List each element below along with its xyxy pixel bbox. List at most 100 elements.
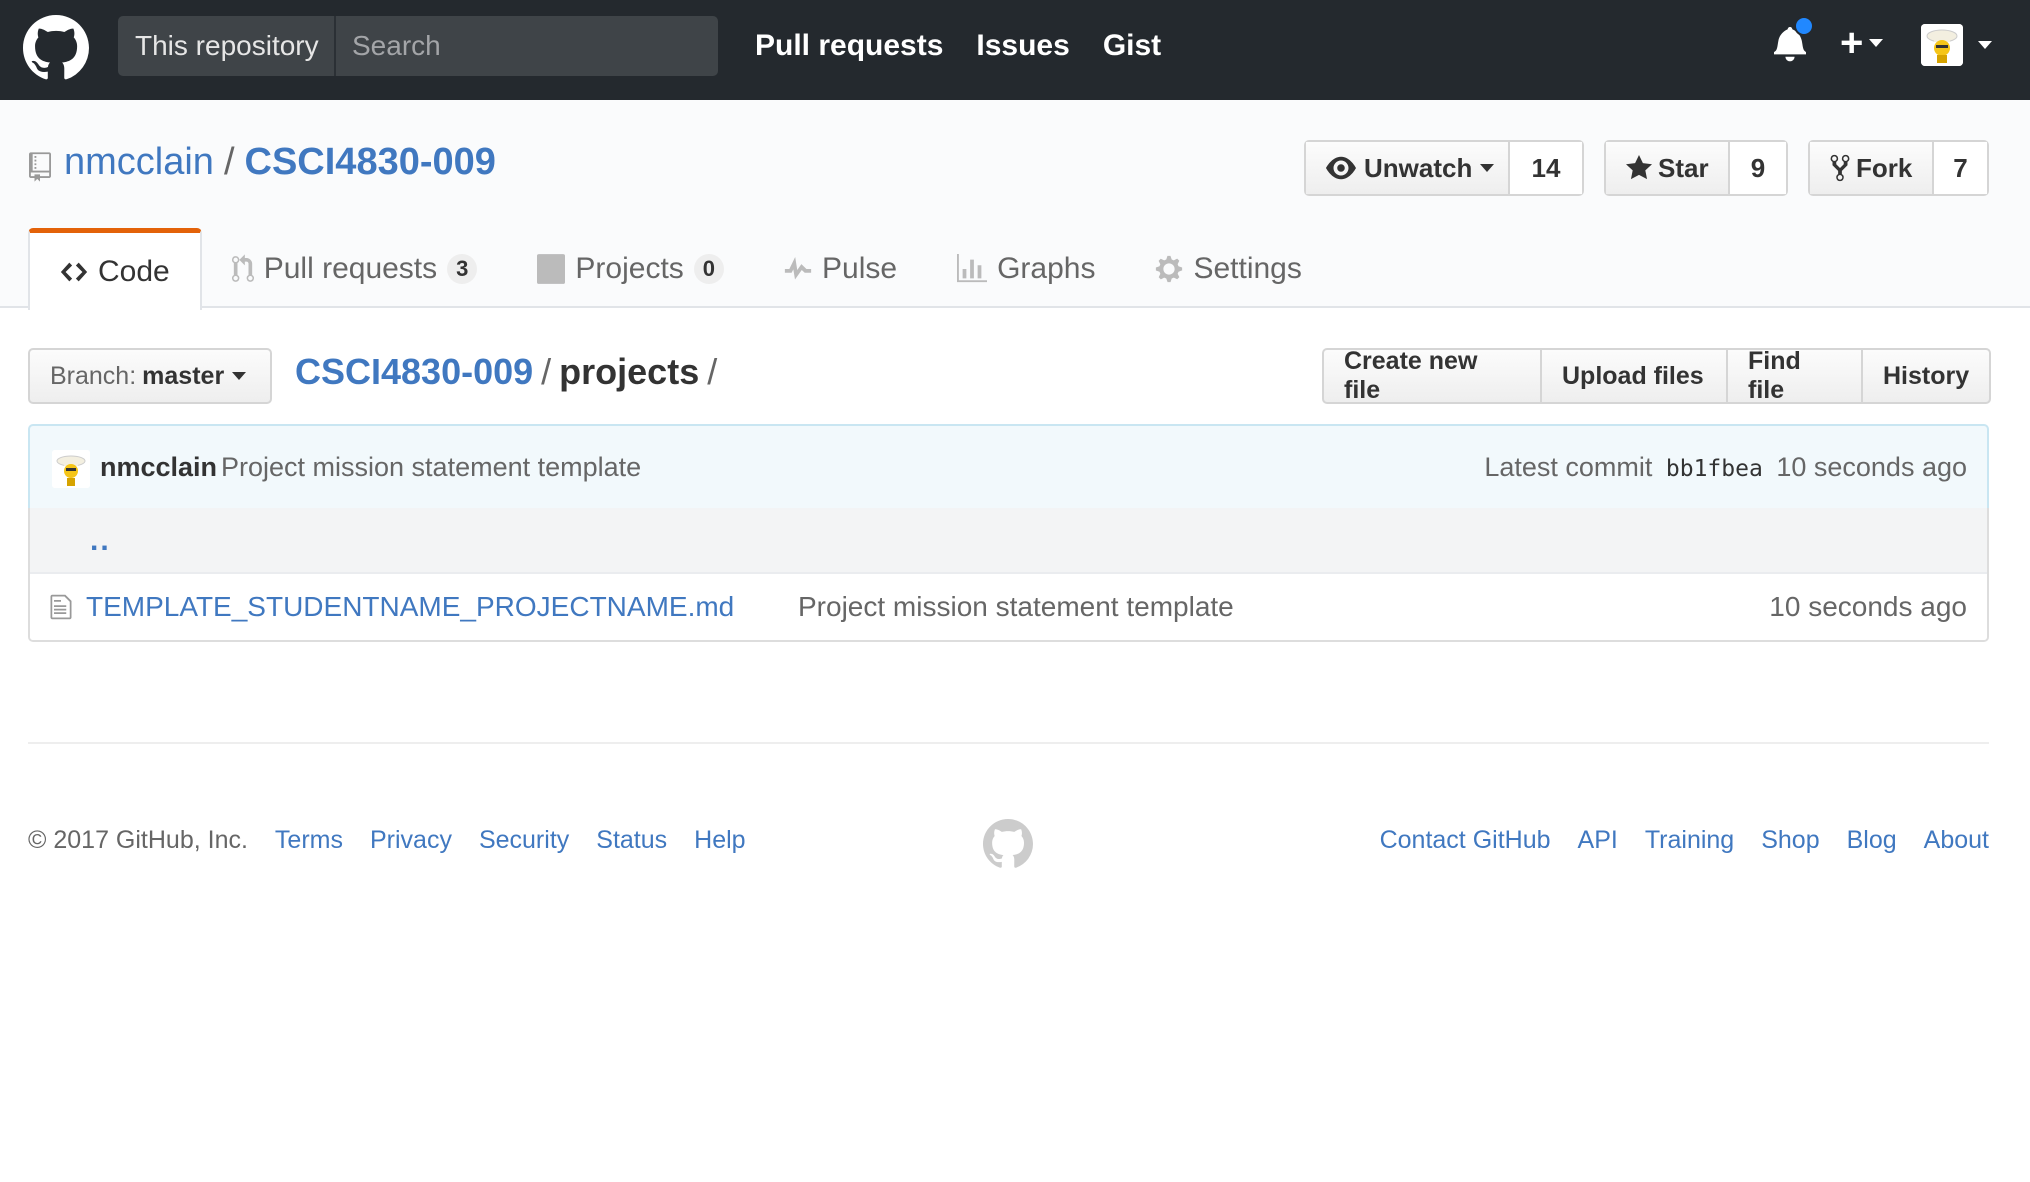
eye-icon xyxy=(1326,153,1356,183)
latest-commit-info: Latest commit bb1fbea 10 seconds ago xyxy=(1484,452,1967,483)
footer-link-training[interactable]: Training xyxy=(1645,826,1734,855)
gear-icon xyxy=(1156,255,1183,283)
breadcrumb: CSCI4830-009/projects / xyxy=(295,351,725,393)
fork-label: Fork xyxy=(1856,152,1913,183)
github-logo-icon[interactable] xyxy=(23,15,89,81)
pull-requests-counter: 3 xyxy=(447,254,478,284)
create-new-dropdown[interactable]: + xyxy=(1840,22,1902,64)
nav-issues[interactable]: Issues xyxy=(976,29,1069,63)
file-name-link[interactable]: TEMPLATE_STUDENTNAME_PROJECTNAME.md xyxy=(86,591,734,623)
tab-projects-label: Projects xyxy=(575,252,684,285)
tab-pulse[interactable]: Pulse xyxy=(754,228,927,310)
fork-button[interactable]: Fork xyxy=(1810,142,1934,194)
file-commit-message-link[interactable]: Project mission statement template xyxy=(798,591,1234,623)
footer-link-about[interactable]: About xyxy=(1924,826,1989,855)
branch-select-button[interactable]: Branch: master xyxy=(28,348,272,404)
tab-projects[interactable]: Projects 0 xyxy=(507,228,754,310)
latest-commit-label: Latest commit xyxy=(1484,452,1653,482)
breadcrumb-current: projects xyxy=(559,351,700,392)
branch-value: master xyxy=(142,361,225,390)
file-text-icon xyxy=(50,593,72,621)
footer-left: © 2017 GitHub, Inc. Terms Privacy Securi… xyxy=(28,826,773,855)
footer-link-security[interactable]: Security xyxy=(479,826,569,855)
pull-request-icon xyxy=(231,254,254,282)
top-nav: Pull requests Issues Gist xyxy=(755,0,1194,92)
upload-files-button[interactable]: Upload files xyxy=(1542,350,1728,402)
file-actions: Create new file Upload files Find file H… xyxy=(1322,347,1991,404)
tab-code[interactable]: Code xyxy=(28,228,202,310)
tab-settings-label: Settings xyxy=(1193,252,1302,285)
avatar-caret-icon[interactable] xyxy=(1978,41,1992,49)
github-mark-icon[interactable] xyxy=(983,819,1033,869)
tab-pull-requests-label: Pull requests xyxy=(263,252,438,285)
tab-pulse-label: Pulse xyxy=(822,252,898,285)
file-age: 10 seconds ago xyxy=(1769,591,1967,622)
branch-label: Branch: xyxy=(50,361,137,390)
search-box: This repository xyxy=(118,16,718,76)
footer-right: Contact GitHub API Training Shop Blog Ab… xyxy=(1353,826,1989,855)
commit-sha-link[interactable]: bb1fbea xyxy=(1666,456,1763,482)
fork-group: Fork 7 xyxy=(1808,140,1989,196)
unwatch-label: Unwatch xyxy=(1364,152,1473,183)
repo-icon xyxy=(29,152,51,182)
commit-message-link[interactable]: Project mission statement template xyxy=(221,452,641,483)
footer-link-status[interactable]: Status xyxy=(596,826,667,855)
star-label: Star xyxy=(1658,152,1709,183)
breadcrumb-separator: / xyxy=(541,351,552,392)
nav-gist[interactable]: Gist xyxy=(1103,29,1161,63)
tab-graphs[interactable]: Graphs xyxy=(927,228,1125,310)
search-scope-label: This repository xyxy=(118,16,336,76)
star-icon xyxy=(1626,153,1652,183)
breadcrumb-root-link[interactable]: CSCI4830-009 xyxy=(295,351,533,392)
parent-directory-row[interactable]: .. xyxy=(30,508,1987,574)
project-icon xyxy=(537,254,566,284)
caret-down-icon xyxy=(232,372,247,380)
watchers-count[interactable]: 14 xyxy=(1510,142,1582,194)
caret-down-icon xyxy=(1480,164,1495,172)
user-avatar[interactable] xyxy=(1921,24,1963,66)
footer-link-terms[interactable]: Terms xyxy=(275,826,343,855)
watch-group: Unwatch 14 xyxy=(1304,140,1584,196)
plus-icon: + xyxy=(1840,21,1864,65)
unwatch-button[interactable]: Unwatch xyxy=(1306,142,1510,194)
repo-owner-link[interactable]: nmcclain xyxy=(64,141,214,183)
footer-link-shop[interactable]: Shop xyxy=(1761,826,1819,855)
file-list: .. TEMPLATE_STUDENTNAME_PROJECTNAME.md P… xyxy=(28,508,1989,642)
repo-title-separator: / xyxy=(223,141,235,183)
site-header: This repository Pull requests Issues Gis… xyxy=(0,0,2030,100)
repo-tabs: Code Pull requests 3 Projects 0 Pulse Gr… xyxy=(28,228,1332,310)
star-button[interactable]: Star xyxy=(1606,142,1730,194)
code-icon xyxy=(60,262,88,281)
find-file-button[interactable]: Find file xyxy=(1728,347,1863,404)
footer-divider xyxy=(28,742,1989,744)
footer-link-contact[interactable]: Contact GitHub xyxy=(1380,826,1551,855)
history-button[interactable]: History xyxy=(1863,350,1989,402)
parent-directory-link[interactable]: .. xyxy=(90,524,111,558)
graph-icon xyxy=(957,254,988,283)
breadcrumb-trailing-separator: / xyxy=(707,351,718,392)
tab-graphs-label: Graphs xyxy=(997,252,1096,285)
search-input[interactable] xyxy=(336,16,718,76)
stargazers-count[interactable]: 9 xyxy=(1730,142,1786,194)
forks-count[interactable]: 7 xyxy=(1934,142,1987,194)
tab-settings[interactable]: Settings xyxy=(1125,228,1331,310)
commit-age: 10 seconds ago xyxy=(1776,452,1967,482)
pulse-icon xyxy=(784,257,812,280)
footer-link-privacy[interactable]: Privacy xyxy=(370,826,452,855)
notification-indicator xyxy=(1794,16,1814,36)
tab-pull-requests[interactable]: Pull requests 3 xyxy=(202,228,508,310)
table-row: TEMPLATE_STUDENTNAME_PROJECTNAME.md Proj… xyxy=(30,574,1987,640)
nav-pull-requests[interactable]: Pull requests xyxy=(755,29,943,63)
repo-name-link[interactable]: CSCI4830-009 xyxy=(245,141,496,183)
footer-link-api[interactable]: API xyxy=(1578,826,1618,855)
commit-author-link[interactable]: nmcclain xyxy=(100,452,217,483)
fork-icon xyxy=(1830,153,1850,183)
tab-code-label: Code xyxy=(98,254,170,288)
star-group: Star 9 xyxy=(1604,140,1788,196)
footer-link-blog[interactable]: Blog xyxy=(1847,826,1897,855)
caret-down-icon xyxy=(1869,39,1884,47)
commit-author-avatar[interactable] xyxy=(52,450,90,488)
projects-counter: 0 xyxy=(693,254,725,284)
footer-link-help[interactable]: Help xyxy=(694,826,745,855)
create-new-file-button[interactable]: Create new file xyxy=(1324,347,1542,404)
